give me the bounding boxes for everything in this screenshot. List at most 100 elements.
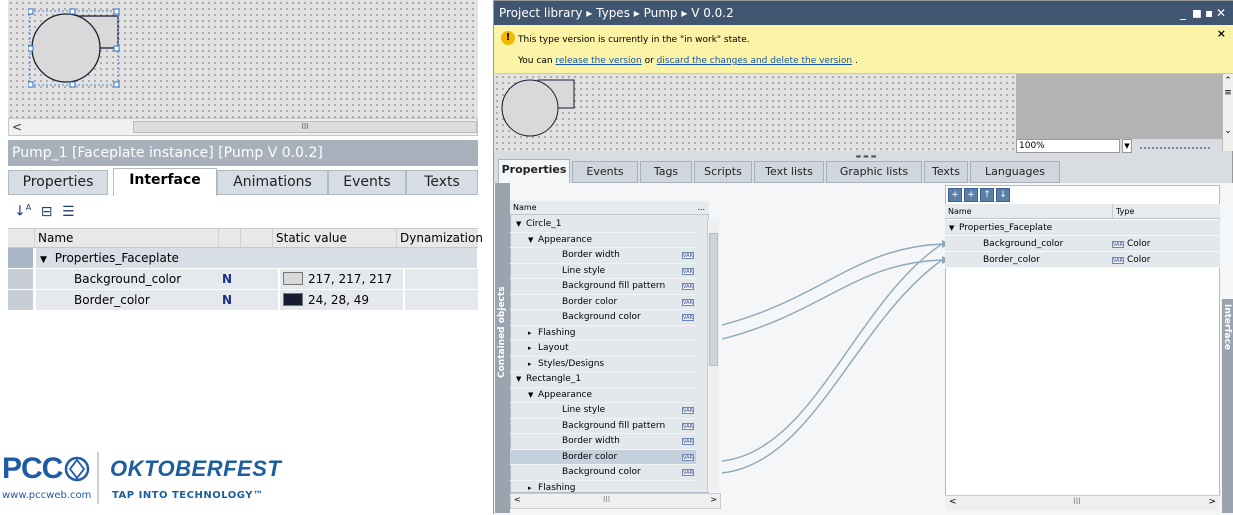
- float-icon[interactable]: ▪: [1205, 1, 1213, 25]
- dynamic-link-icon[interactable]: N: [222, 269, 232, 289]
- variable-icon[interactable]: VAR: [682, 407, 694, 414]
- tree-item[interactable]: ▼ Appearance: [510, 388, 696, 403]
- variable-icon[interactable]: VAR: [682, 422, 694, 430]
- release-version-link[interactable]: release the version: [555, 56, 641, 66]
- collapse-icon[interactable]: ▼: [40, 255, 47, 265]
- tree-expander-icon[interactable]: ▸: [528, 326, 538, 341]
- variable-icon[interactable]: VAR: [682, 314, 694, 321]
- info-message: This type version is currently in the "i…: [518, 35, 750, 45]
- move-down-icon[interactable]: ↓: [996, 188, 1010, 202]
- tree-item[interactable]: Border color VAR: [510, 449, 696, 465]
- tree-item[interactable]: Background color VAR: [510, 465, 696, 481]
- tab-graphic-lists[interactable]: Graphic lists: [826, 161, 922, 183]
- canvas-vertical-scrollbar[interactable]: ⌃ ≡ ⌄: [1222, 74, 1233, 151]
- tab-texts[interactable]: Texts: [406, 170, 478, 195]
- tab-properties[interactable]: Properties: [8, 170, 108, 195]
- table-row[interactable]: Background_color N 217, 217, 217: [8, 269, 478, 289]
- tree-item[interactable]: Border color VAR: [510, 295, 696, 310]
- color-swatch[interactable]: [283, 272, 303, 285]
- tree-item[interactable]: Border width VAR: [510, 248, 696, 264]
- discard-changes-link[interactable]: discard the changes and delete the versi…: [657, 56, 852, 66]
- pump-shape[interactable]: [500, 78, 590, 140]
- header-static-value[interactable]: Static value: [272, 229, 396, 248]
- tree-item[interactable]: Border width VAR: [510, 434, 696, 450]
- tree-item[interactable]: ▸ Styles/Designs: [510, 357, 696, 372]
- tree-item[interactable]: Line style VAR: [510, 264, 696, 279]
- interface-horizontal-scrollbar[interactable]: < III >: [945, 495, 1220, 511]
- tab-events[interactable]: Events: [572, 161, 638, 183]
- scroll-left-icon[interactable]: <: [12, 120, 22, 134]
- tab-interface[interactable]: Interface: [113, 168, 217, 196]
- variable-icon[interactable]: VAR: [682, 453, 694, 461]
- tree-expander-icon[interactable]: ▼: [528, 388, 538, 403]
- dynamization-cell[interactable]: [405, 269, 478, 289]
- info-close-icon[interactable]: ×: [1217, 27, 1226, 40]
- tab-events[interactable]: Events: [328, 170, 406, 195]
- add-event-icon[interactable]: +: [964, 188, 978, 202]
- tree-expander-icon[interactable]: ▸: [528, 481, 538, 496]
- variable-icon[interactable]: VAR: [682, 252, 694, 259]
- tree-expander-icon[interactable]: ▸: [528, 357, 538, 372]
- tree-item[interactable]: Background fill pattern VAR: [510, 279, 696, 295]
- pump-faceplate-shape[interactable]: [28, 8, 158, 98]
- zoom-slider[interactable]: [1140, 143, 1210, 149]
- tree-expander-icon[interactable]: ▼: [516, 217, 526, 232]
- dynamic-link-icon[interactable]: N: [222, 290, 232, 310]
- interface-row[interactable]: Border_color VAR Color: [945, 252, 1220, 268]
- table-row[interactable]: ▼ Properties_Faceplate: [8, 248, 478, 268]
- tree-expander-icon[interactable]: ▸: [528, 341, 538, 356]
- add-property-icon[interactable]: +: [948, 188, 962, 202]
- group-icon[interactable]: ⊟: [41, 204, 53, 220]
- tree-item[interactable]: Line style VAR: [510, 403, 696, 419]
- zoom-dropdown-icon[interactable]: ▼: [1122, 139, 1132, 153]
- color-swatch[interactable]: [283, 293, 303, 306]
- tree-item[interactable]: Background color VAR: [510, 310, 696, 326]
- tree-item[interactable]: ▼ Rectangle_1: [510, 372, 696, 388]
- tree-item-label: Border color: [562, 296, 618, 307]
- static-value-cell[interactable]: 24, 28, 49: [280, 290, 404, 310]
- tab-animations[interactable]: Animations: [217, 170, 328, 195]
- list-icon[interactable]: ☰: [62, 204, 75, 220]
- tab-texts[interactable]: Texts: [924, 161, 968, 183]
- interface-side-bar[interactable]: Interface: [1222, 299, 1233, 513]
- tab-scripts[interactable]: Scripts: [694, 161, 752, 183]
- variable-icon[interactable]: VAR: [682, 469, 694, 476]
- tree-item-label: Flashing: [538, 327, 576, 338]
- header-dynamization[interactable]: Dynamization: [396, 229, 483, 248]
- variable-icon[interactable]: VAR: [682, 438, 694, 445]
- interface-row[interactable]: Background_color VAR Color: [945, 236, 1220, 252]
- minimize-icon[interactable]: _: [1180, 1, 1186, 25]
- static-value-cell[interactable]: 217, 217, 217: [280, 269, 404, 289]
- tree-item[interactable]: ▼ Appearance: [510, 233, 696, 248]
- variable-icon[interactable]: VAR: [682, 283, 694, 290]
- header-name[interactable]: Name: [34, 229, 218, 248]
- tree-item[interactable]: Background fill pattern VAR: [510, 419, 696, 434]
- variable-icon[interactable]: VAR: [682, 298, 694, 306]
- sort-icon[interactable]: ↓A: [14, 203, 31, 220]
- restore-icon[interactable]: ◼: [1192, 1, 1202, 25]
- type-canvas[interactable]: [494, 74, 1016, 151]
- tree-item[interactable]: ▸ Flashing: [510, 326, 696, 341]
- variable-icon[interactable]: VAR: [682, 267, 694, 275]
- tree-item[interactable]: ▸ Flashing: [510, 481, 696, 496]
- tab-tags[interactable]: Tags: [640, 161, 692, 183]
- table-row[interactable]: Border_color N 24, 28, 49: [8, 290, 478, 310]
- zoom-field[interactable]: 100%: [1016, 139, 1120, 153]
- interface-row[interactable]: ▼ Properties_Faceplate: [945, 220, 1220, 236]
- canvas-horizontal-scrollbar[interactable]: < III: [8, 118, 478, 136]
- instance-canvas[interactable]: [8, 0, 478, 118]
- tree-item[interactable]: ▼ Circle_1: [510, 217, 696, 233]
- tree-item[interactable]: ▸ Layout: [510, 341, 696, 357]
- tab-text-lists[interactable]: Text lists: [754, 161, 824, 183]
- dynamization-cell[interactable]: [405, 290, 478, 310]
- tree-expander-icon[interactable]: ▼: [528, 233, 538, 248]
- breadcrumb[interactable]: Project library ▸ Types ▸ Pump ▸ V 0.0.2: [499, 6, 734, 20]
- tab-languages[interactable]: Languages: [970, 161, 1060, 183]
- move-up-icon[interactable]: ↑: [980, 188, 994, 202]
- close-icon[interactable]: ✕: [1216, 1, 1226, 25]
- tab-properties[interactable]: Properties: [498, 159, 570, 184]
- tree-expander-icon[interactable]: ▼: [516, 372, 526, 387]
- interface-expander-icon[interactable]: ▼: [949, 220, 959, 236]
- row-label: Background_color: [74, 272, 182, 286]
- scroll-thumb[interactable]: III: [133, 121, 477, 133]
